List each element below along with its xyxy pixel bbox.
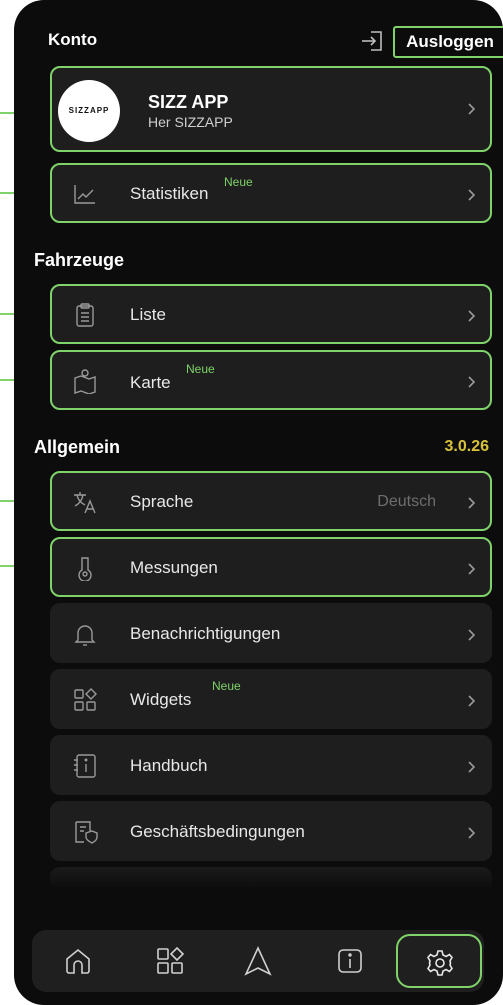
section-title-vehicles: Fahrzeuge [34, 250, 125, 270]
new-badge: Neue [212, 679, 241, 693]
logout-icon[interactable] [359, 28, 385, 54]
nav-settings[interactable] [396, 934, 482, 988]
new-badge: Neue [224, 175, 253, 189]
settings-row-list[interactable]: Liste [50, 284, 492, 344]
settings-row-widgets[interactable]: Widgets Neue [50, 669, 492, 729]
page-title: Konto [48, 30, 98, 49]
bottom-nav [32, 930, 484, 992]
row-label: Karte [130, 373, 171, 392]
settings-row-terms[interactable]: Geschäftsbedingungen [50, 801, 492, 861]
nav-widgets[interactable] [128, 934, 212, 988]
thermometer-icon [78, 557, 92, 581]
translate-icon [74, 492, 96, 514]
info-icon [338, 949, 362, 973]
row-label: Benachrichtigungen [130, 624, 281, 643]
profile-name: SIZZ APP [148, 92, 229, 112]
row-label: Statistiken [130, 184, 209, 203]
header: Konto Ausloggen [48, 26, 503, 60]
row-label: Sprache [130, 492, 194, 511]
manual-icon [74, 754, 96, 778]
bell-icon [74, 625, 96, 646]
profile-card[interactable]: SIZZAPP SIZZ APP Her SIZZAPP [50, 66, 492, 152]
settings-row-measurements[interactable]: Messungen [50, 537, 492, 597]
nav-home[interactable] [36, 934, 120, 988]
chevron-right-icon [468, 497, 476, 509]
chevron-right-icon [468, 761, 476, 773]
settings-row-map[interactable]: Karte Neue [50, 350, 492, 410]
new-badge: Neue [186, 362, 215, 376]
navigation-arrow-icon [244, 946, 272, 976]
row-label: Geschäftsbedingungen [130, 822, 305, 841]
row-label: Widgets [130, 690, 192, 709]
clipboard-list-icon [76, 303, 94, 327]
nav-info[interactable] [308, 934, 392, 988]
scroll-fade [14, 862, 503, 902]
nav-navigate[interactable] [216, 934, 300, 988]
chevron-right-icon [468, 376, 476, 388]
widgets-icon [157, 946, 185, 974]
chevron-right-icon [468, 103, 476, 115]
avatar: SIZZAPP [58, 80, 120, 142]
chart-icon [74, 185, 95, 204]
logout-button[interactable]: Ausloggen [393, 26, 503, 58]
app-version: 3.0.26 [444, 438, 489, 455]
profile-subtitle: Her SIZZAPP [148, 114, 233, 130]
chevron-right-icon [468, 827, 476, 839]
home-icon [66, 948, 90, 974]
app-screen: Konto Ausloggen SIZZAPP SIZZ APP Her SIZ… [14, 0, 503, 1005]
row-label: Liste [130, 305, 166, 324]
settings-row-language[interactable]: Sprache Deutsch [50, 471, 492, 531]
settings-row-manual[interactable]: Handbuch [50, 735, 492, 795]
chevron-right-icon [468, 563, 476, 575]
chevron-right-icon [468, 189, 476, 201]
row-label: Messungen [130, 558, 218, 577]
map-pin-icon [74, 369, 96, 394]
widgets-icon [74, 688, 97, 711]
gear-icon [427, 950, 453, 976]
terms-icon [75, 821, 98, 844]
chevron-right-icon [468, 629, 476, 641]
section-title-general: Allgemein [34, 437, 121, 457]
chevron-right-icon [468, 310, 476, 322]
language-value: Deutsch [377, 493, 436, 510]
settings-row-statistics[interactable]: Statistiken Neue [50, 163, 492, 223]
chevron-right-icon [468, 695, 476, 707]
settings-row-notifications[interactable]: Benachrichtigungen [50, 603, 492, 663]
row-label: Handbuch [130, 756, 208, 775]
